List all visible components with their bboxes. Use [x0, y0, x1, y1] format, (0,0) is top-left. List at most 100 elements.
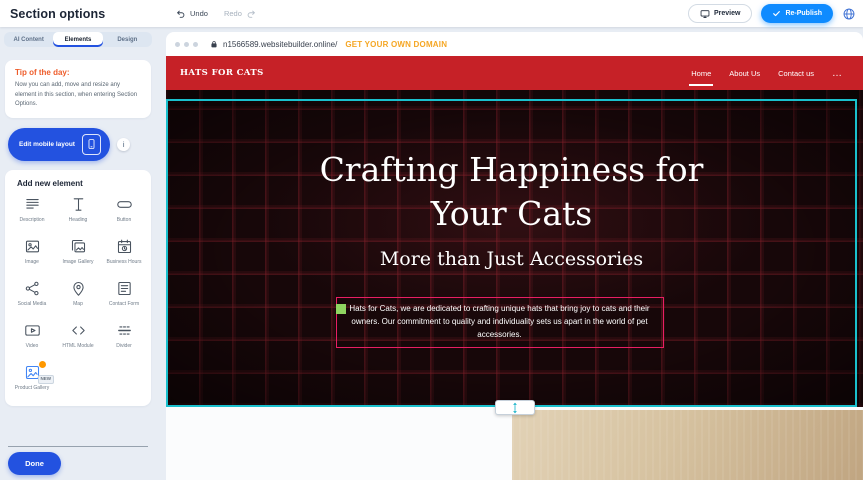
element-label: Heading: [69, 217, 88, 224]
section-resize-handle[interactable]: [495, 400, 535, 415]
element-label: Product Gallery: [15, 385, 49, 392]
monitor-icon: [700, 9, 710, 19]
page-title: Section options: [10, 7, 105, 21]
undo-button[interactable]: Undo: [176, 9, 208, 19]
preview-button[interactable]: Preview: [688, 4, 752, 23]
hero-subheading[interactable]: More than Just Accessories: [166, 248, 857, 270]
tab-elements[interactable]: Elements: [53, 32, 102, 47]
tab-ai-content[interactable]: AI Content: [4, 32, 53, 47]
element-label: Social Media: [18, 301, 47, 308]
add-element-button[interactable]: Button: [101, 196, 147, 230]
nav-item-about-us[interactable]: About Us: [729, 69, 760, 78]
add-element-html-module[interactable]: HTML Module: [55, 322, 101, 356]
republish-label: Re-Publish: [785, 10, 822, 17]
topbar-actions: Preview Re-Publish: [688, 0, 856, 27]
description-icon: [23, 196, 41, 214]
edit-mobile-layout-button[interactable]: Edit mobile layout: [8, 128, 110, 161]
done-button[interactable]: Done: [8, 452, 61, 475]
add-element-heading[interactable]: Heading: [55, 196, 101, 230]
sidebar: AI Content Elements Design Tip of the da…: [0, 32, 156, 480]
new-badge: NEW: [38, 375, 55, 384]
globe-icon[interactable]: [842, 7, 856, 21]
nav-item-contact-us[interactable]: Contact us: [778, 69, 814, 78]
edit-mobile-row: Edit mobile layout i: [8, 128, 156, 161]
social-media-icon: [23, 280, 41, 298]
add-element-social-media[interactable]: Social Media: [9, 280, 55, 314]
element-label: Image: [25, 259, 39, 266]
check-icon: [772, 9, 781, 18]
business-hours-icon: [115, 238, 133, 256]
topbar: Section options Undo Redo Preview Re-Pub…: [0, 0, 863, 27]
hero-section[interactable]: Crafting Happiness for Your Cats More th…: [166, 90, 863, 407]
history-controls: Undo Redo: [176, 0, 256, 27]
add-element-image[interactable]: Image: [9, 238, 55, 272]
heading-icon: [69, 196, 87, 214]
add-element-image-gallery[interactable]: Image Gallery: [55, 238, 101, 272]
nav-more-menu[interactable]: …: [832, 68, 843, 79]
element-label: Business Hours: [106, 259, 141, 266]
edit-mobile-label: Edit mobile layout: [19, 141, 75, 148]
map-pin-icon: [69, 280, 87, 298]
element-label: Image Gallery: [62, 259, 93, 266]
element-label: Contact Form: [109, 301, 139, 308]
tip-body: Now you can add, move and resize any ele…: [15, 81, 141, 110]
site-preview: HATS FOR CATS Home About Us Contact us ……: [166, 56, 863, 480]
button-icon: [115, 196, 133, 214]
image-gallery-icon: [69, 238, 87, 256]
tip-card: Tip of the day: Now you can add, move an…: [5, 60, 151, 118]
hero-heading[interactable]: Crafting Happiness for Your Cats: [166, 148, 857, 235]
element-drag-handle[interactable]: [336, 304, 346, 314]
nav-item-home[interactable]: Home: [691, 69, 711, 78]
next-section[interactable]: [166, 407, 863, 480]
html-module-icon: [69, 322, 87, 340]
redo-label: Redo: [224, 9, 242, 18]
preview-label: Preview: [714, 10, 740, 17]
get-domain-link[interactable]: GET YOUR OWN DOMAIN: [345, 40, 447, 49]
sidebar-tabs: AI Content Elements Design: [4, 32, 152, 47]
phone-icon: [82, 134, 101, 155]
element-label: Divider: [116, 343, 132, 350]
element-label: Button: [117, 217, 131, 224]
window-dot: [184, 42, 189, 47]
image-icon: [23, 238, 41, 256]
add-element-contact-form[interactable]: Contact Form: [101, 280, 147, 314]
window-dot: [175, 42, 180, 47]
info-icon[interactable]: i: [117, 138, 130, 151]
republish-button[interactable]: Re-Publish: [761, 4, 833, 23]
window-dot: [193, 42, 198, 47]
undo-icon: [176, 9, 186, 19]
redo-button[interactable]: Redo: [224, 9, 256, 19]
divider-icon: [115, 322, 133, 340]
undo-label: Undo: [190, 9, 208, 18]
site-logo[interactable]: HATS FOR CATS: [180, 68, 264, 78]
hero-paragraph-element[interactable]: Hats for Cats, we are dedicated to craft…: [336, 297, 664, 348]
lock-icon: [210, 40, 218, 49]
editor-canvas: n1566589.websitebuilder.online/ GET YOUR…: [166, 32, 863, 480]
element-label: HTML Module: [62, 343, 93, 350]
add-element-video[interactable]: Video: [9, 322, 55, 356]
video-icon: [23, 322, 41, 340]
tip-title: Tip of the day:: [15, 68, 141, 77]
tab-design[interactable]: Design: [103, 32, 152, 47]
add-element-panel: Add new element Description Heading Butt…: [5, 170, 151, 406]
element-label: Video: [26, 343, 39, 350]
element-grid: Description Heading Button Image Image G…: [9, 196, 147, 398]
hero-paragraph: Hats for Cats, we are dedicated to craft…: [346, 303, 654, 342]
resize-arrows-icon: [510, 402, 520, 414]
add-element-product-gallery[interactable]: NEW Product Gallery: [9, 364, 55, 398]
site-header[interactable]: HATS FOR CATS Home About Us Contact us …: [166, 56, 863, 90]
site-nav: Home About Us Contact us …: [691, 68, 843, 79]
element-label: Description: [19, 217, 44, 224]
add-element-map[interactable]: Map: [55, 280, 101, 314]
contact-form-icon: [115, 280, 133, 298]
new-badge-dot: [39, 361, 46, 368]
product-gallery-icon: NEW: [23, 364, 41, 382]
sidebar-divider: [8, 446, 148, 447]
add-element-description[interactable]: Description: [9, 196, 55, 230]
add-element-business-hours[interactable]: Business Hours: [101, 238, 147, 272]
panel-title: Add new element: [17, 179, 147, 188]
site-url: n1566589.websitebuilder.online/: [223, 40, 337, 49]
browser-bar: n1566589.websitebuilder.online/ GET YOUR…: [166, 32, 863, 56]
section-photo: [512, 410, 863, 480]
add-element-divider[interactable]: Divider: [101, 322, 147, 356]
